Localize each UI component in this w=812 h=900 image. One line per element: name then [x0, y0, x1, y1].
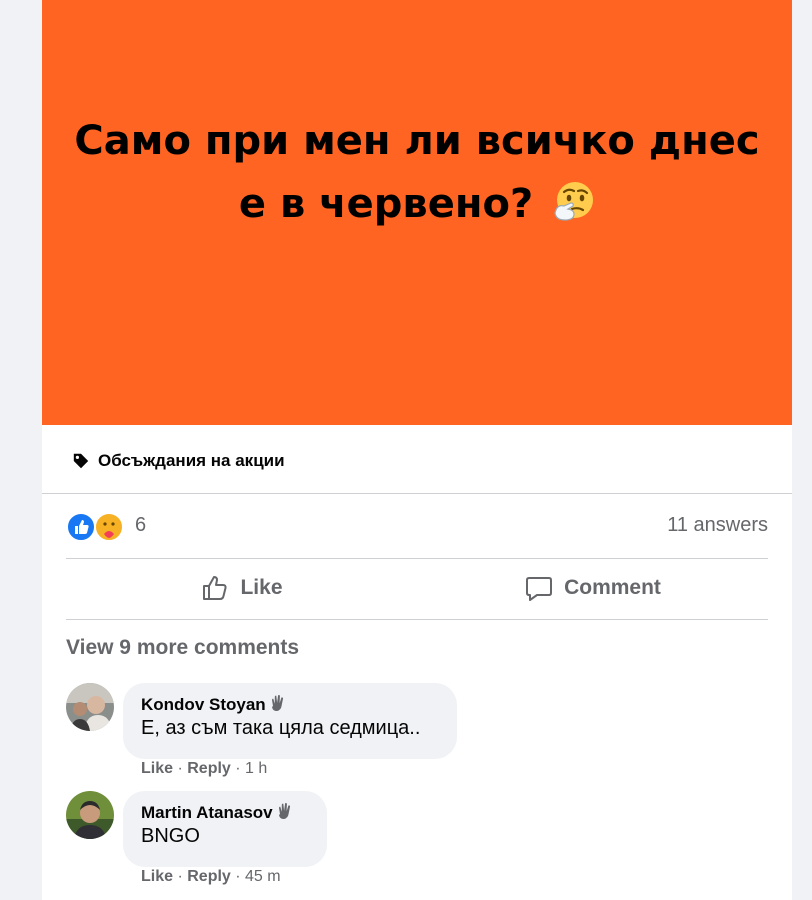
answers-count[interactable]: 11 answers [667, 514, 768, 537]
thinking-face-icon [554, 182, 594, 221]
topic-label: Обсъждания на акции [98, 451, 285, 470]
banner-text-line2: е в червено? [238, 181, 534, 227]
comment-button[interactable]: Comment [417, 560, 768, 616]
post-stats: 6 11 answers [66, 508, 768, 542]
post-card: Само при мен ли всичко днес е в червено?… [42, 0, 792, 900]
comment-author-name[interactable]: Martin Atanasov [141, 803, 273, 823]
wave-hand-icon [278, 803, 290, 820]
post-banner: Само при мен ли всичко днес е в червено? [42, 0, 792, 425]
reaction-summary[interactable] [66, 510, 126, 542]
topic-tag[interactable]: Обсъждания на акции [72, 448, 285, 474]
thumbs-up-icon [203, 576, 228, 600]
comment-author-name[interactable]: Kondov Stoyan [141, 695, 266, 715]
comment-author[interactable]: Kondov Stoyan [141, 695, 439, 715]
comment-meta: Like · Reply · 45 m [141, 868, 281, 885]
comment-bubble: Martin Atanasov BNGO [123, 791, 327, 867]
avatar[interactable] [66, 683, 114, 731]
comment-bubble-icon [526, 577, 553, 601]
divider [66, 619, 768, 620]
divider [66, 558, 768, 559]
reaction-count[interactable]: 6 [135, 514, 146, 537]
comment-time[interactable]: 45 m [245, 868, 281, 885]
comment-like-button[interactable]: Like [141, 760, 173, 777]
comment-text: BNGO [141, 825, 200, 847]
comment-label: Comment [564, 576, 661, 599]
comment-reply-button[interactable]: Reply [187, 760, 231, 777]
banner-text: Само при мен ли всичко днес е в червено? [42, 110, 792, 236]
comment-reply-button[interactable]: Reply [187, 868, 231, 885]
comment-author[interactable]: Martin Atanasov [141, 803, 309, 823]
like-button[interactable]: Like [66, 560, 417, 616]
like-label: Like [240, 576, 283, 599]
care-reaction-icon [94, 512, 124, 542]
comment-time[interactable]: 1 h [245, 760, 267, 777]
comment-bubble: Kondov Stoyan Е, аз съм така цяла седмиц… [123, 683, 457, 759]
banner-text-line1: Само при мен ли всичко днес [74, 118, 760, 164]
avatar[interactable] [66, 791, 114, 839]
view-more-comments-link[interactable]: View 9 more comments [66, 636, 299, 660]
comment-meta: Like · Reply · 1 h [141, 760, 268, 777]
divider [42, 493, 792, 494]
comment-text: Е, аз съм така цяла седмица.. [141, 717, 421, 739]
comment-like-button[interactable]: Like [141, 868, 173, 885]
tag-icon [73, 453, 89, 469]
post-actions: Like Comment [66, 560, 768, 616]
like-reaction-icon [66, 512, 96, 542]
wave-hand-icon [271, 695, 283, 712]
